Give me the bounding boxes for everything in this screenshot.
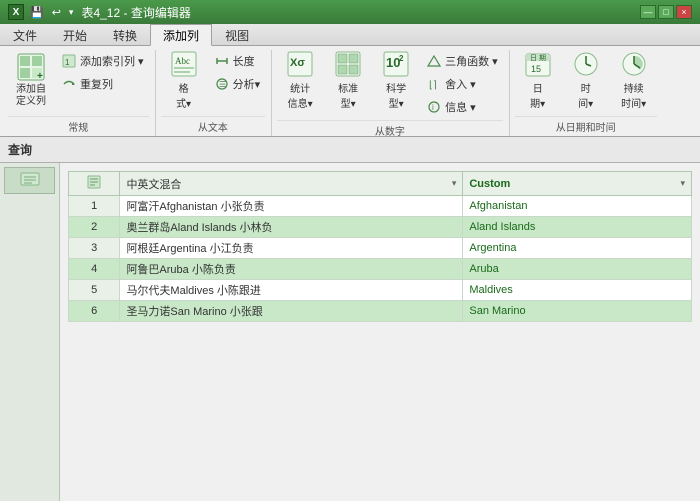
cell-num: 4 [69,259,120,280]
data-table: 中英文混合 ▾ Custom ▾ 1阿富汗Afghanistan 小张负责Afg… [68,171,692,322]
cell-custom: Maldives [463,280,692,301]
table-row: 4阿鲁巴Aruba 小陈负责Aruba [69,259,692,280]
group-fromtext-label: 从文本 [161,116,266,136]
table-row: 3阿根廷Argentina 小江负责Argentina [69,238,692,259]
query-section-header: 查询 [0,137,700,163]
quick-access-undo[interactable]: ↩ [52,6,61,19]
quick-access-save[interactable]: 💾 [30,6,44,19]
cell-num: 6 [69,301,120,322]
svg-text:15: 15 [531,64,541,74]
col-header-num [69,172,120,196]
science-label: 科学型▾ [386,80,406,110]
add-custom-col-button[interactable]: + 添加自定义列 [8,50,54,110]
svg-text:Xσ: Xσ [290,57,305,69]
group-normal-label: 常规 [8,116,149,136]
table-row: 6圣马力诺San Marino 小张跟San Marino [69,301,692,322]
cell-mixed: 阿富汗Afghanistan 小张负责 [120,196,463,217]
cell-num: 5 [69,280,120,301]
quick-access-dropdown[interactable]: ▾ [69,7,74,18]
table-row: 1阿富汗Afghanistan 小张负责Afghanistan [69,196,692,217]
info-button[interactable]: i 信息 ▾ [421,96,503,118]
table-row: 2奥兰群岛Aland Islands 小林负Aland Islands [69,217,692,238]
stats-label: 统计信息▾ [288,80,313,110]
svg-text:2: 2 [399,54,404,63]
maximize-button[interactable]: □ [658,5,674,19]
col-header-mixed[interactable]: 中英文混合 ▾ [120,172,463,196]
cell-num: 2 [69,217,120,238]
group-normal: + 添加自定义列 1 添加索引列 ▾ [4,50,156,136]
svg-text:1: 1 [65,58,70,67]
cell-mixed: 圣马力诺San Marino 小张跟 [120,301,463,322]
table-row: 5马尔代夫Maldives 小陈跟进Maldives [69,280,692,301]
cell-mixed: 阿根廷Argentina 小江负责 [120,238,463,259]
table-area: 中英文混合 ▾ Custom ▾ 1阿富汗Afghanistan 小张负责Afg… [60,163,700,501]
cell-custom: Aruba [463,259,692,280]
group-fromdatetime: 日 期 15 日期▾ 时间▾ [511,50,663,136]
cell-num: 1 [69,196,120,217]
svg-text:Abc: Abc [175,56,190,66]
tab-view[interactable]: 视图 [212,24,262,45]
ribbon-tabs: 文件 开始 转换 添加列 视图 [0,24,700,46]
time-label: 时间▾ [578,80,593,110]
duration-button[interactable]: 持续时间▾ [611,50,657,110]
duration-label: 持续时间▾ [621,80,646,110]
time-button[interactable]: 时间▾ [563,50,609,110]
standard-button[interactable]: 标准型▾ [325,50,371,110]
group-fromnumber: Xσ 统计信息▾ 标准型▾ [273,50,510,136]
add-index-button[interactable]: 1 添加索引列 ▾ [56,50,149,72]
repeat-col-button[interactable]: 重复列 [56,73,149,95]
cell-custom: Aland Islands [463,217,692,238]
stats-button[interactable]: Xσ 统计信息▾ [277,50,323,110]
svg-text:☰: ☰ [219,80,226,89]
cell-num: 3 [69,238,120,259]
cell-custom: Afghanistan [463,196,692,217]
analyze-button[interactable]: ☰ 分析▾ [209,73,266,95]
format-label: 格式▾ [176,80,191,110]
cell-custom: Argentina [463,238,692,259]
query-item[interactable] [4,167,55,194]
minimize-button[interactable]: — [640,5,656,19]
tab-transform[interactable]: 转换 [100,24,150,45]
standard-label: 标准型▾ [338,80,358,110]
cell-mixed: 阿鲁巴Aruba 小陈负责 [120,259,463,280]
main-area: 中英文混合 ▾ Custom ▾ 1阿富汗Afghanistan 小张负责Afg… [0,163,700,501]
tab-addcol[interactable]: 添加列 [150,24,212,46]
tab-start[interactable]: 开始 [50,24,100,45]
col-header-custom[interactable]: Custom ▾ [463,172,692,196]
window-title: 表4_12 - 查询编辑器 [81,4,640,21]
svg-text:i: i [432,103,434,112]
cell-custom: San Marino [463,301,692,322]
cell-mixed: 奥兰群岛Aland Islands 小林负 [120,217,463,238]
group-fromtext: Abc 格式▾ 长度 [157,50,273,136]
date-button[interactable]: 日 期 15 日期▾ [515,50,561,110]
col-mixed-dropdown[interactable]: ▾ [452,178,457,189]
title-bar: X 💾 ↩ ▾ 表4_12 - 查询编辑器 — □ × [0,0,700,24]
app-icon: X [8,4,24,20]
science-button[interactable]: 10 2 科学型▾ [373,50,419,110]
round-button[interactable]: ⌊⌉ 舍入 ▾ [421,73,503,95]
length-button[interactable]: 长度 [209,50,266,72]
format-button[interactable]: Abc 格式▾ [161,50,207,110]
svg-text:⌊⌉: ⌊⌉ [429,80,437,91]
group-fromnumber-label: 从数字 [277,120,503,140]
group-fromdatetime-label: 从日期和时间 [515,116,657,136]
trig-button[interactable]: 三角函数 ▾ [421,50,503,72]
window-controls: — □ × [640,5,692,19]
cell-mixed: 马尔代夫Maldives 小陈跟进 [120,280,463,301]
tab-file[interactable]: 文件 [0,24,50,45]
svg-text:日 期: 日 期 [530,54,546,62]
add-custom-label: 添加自定义列 [16,84,46,108]
col-custom-dropdown[interactable]: ▾ [680,178,685,189]
date-label: 日期▾ [530,80,545,110]
close-button[interactable]: × [676,5,692,19]
svg-text:+: + [37,71,43,82]
ribbon: + 添加自定义列 1 添加索引列 ▾ [0,46,700,137]
